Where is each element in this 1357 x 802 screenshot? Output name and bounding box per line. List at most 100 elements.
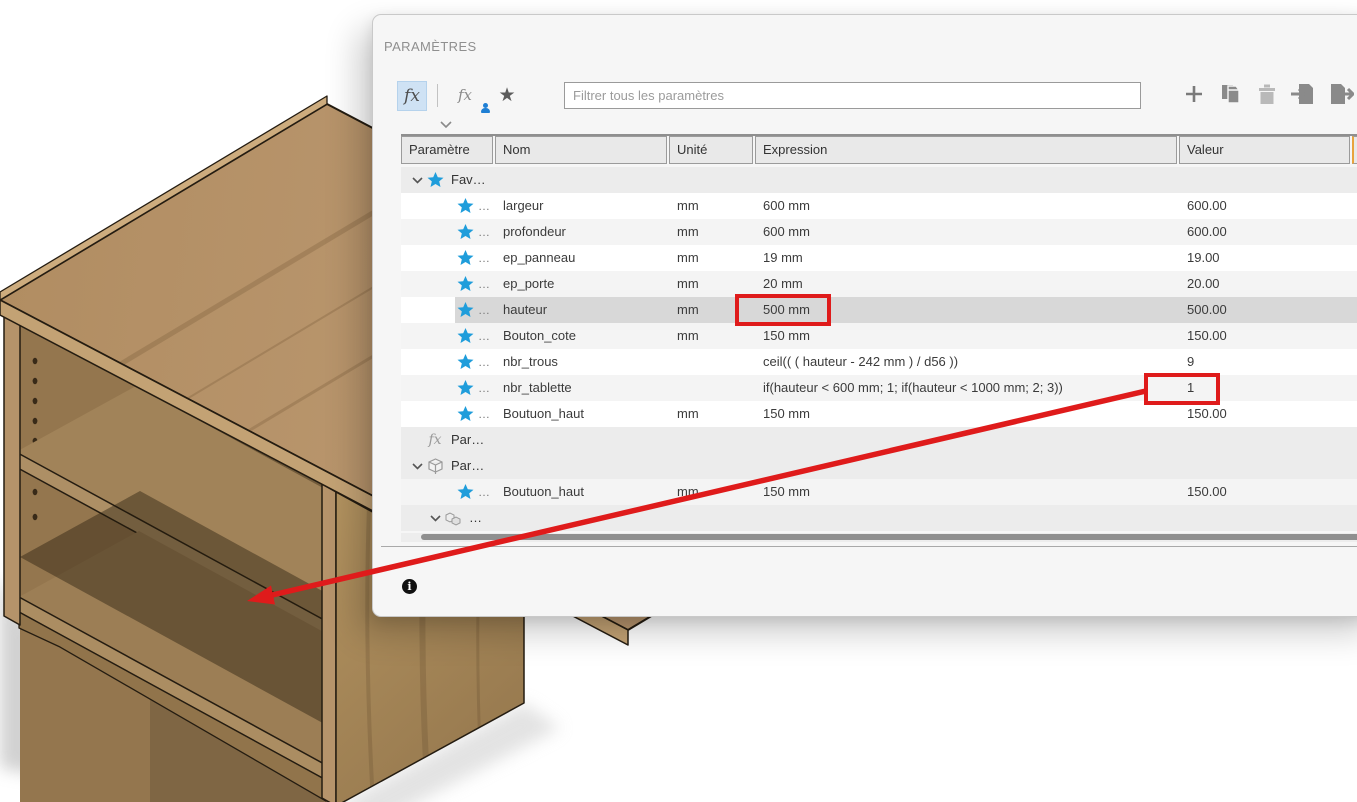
row-options-ellipsis[interactable]: … — [478, 375, 491, 401]
table-header-row: ParamètreNomUnitéExpressionValeur — [401, 136, 1357, 164]
group-row-par[interactable]: Par… — [401, 453, 1357, 479]
favorites-filter-button[interactable]: ★ — [493, 81, 521, 109]
filter-parameters-input[interactable] — [564, 82, 1141, 109]
column-header-paramètre[interactable]: Paramètre — [401, 136, 493, 164]
param-value: 9 — [1179, 349, 1357, 375]
export-parameters-button[interactable] — [1328, 82, 1354, 106]
import-parameters-button[interactable] — [1290, 82, 1316, 106]
row-options-ellipsis[interactable]: … — [478, 271, 491, 297]
param-expression[interactable]: 150 mm — [755, 401, 1179, 427]
user-defined-parameter-button[interactable]: fx — [449, 81, 481, 109]
copy-icon — [1222, 85, 1239, 103]
add-parameter-button[interactable] — [1183, 83, 1205, 105]
column-header-valeur[interactable]: Valeur — [1179, 136, 1350, 164]
horizontal-scrollbar-thumb[interactable] — [421, 534, 1357, 540]
favorite-star-icon — [427, 172, 444, 188]
favorite-star-icon — [457, 250, 474, 266]
component-icon — [444, 510, 462, 526]
group-row-fav[interactable]: Fav… — [401, 167, 1357, 193]
param-row-ep_porte[interactable]: …ep_portemm20 mm20.00 — [401, 271, 1357, 297]
param-expression[interactable]: 600 mm — [755, 193, 1179, 219]
chevron-down-icon — [430, 515, 441, 522]
param-row-hauteur[interactable]: …hauteurmm500 mm500.00 — [401, 297, 1357, 323]
param-name: hauteur — [495, 297, 669, 323]
group-label: Par… — [451, 427, 484, 453]
group-collapse-chevron[interactable] — [409, 177, 425, 184]
fx-icon: fx — [404, 86, 420, 106]
row-options-ellipsis[interactable]: … — [478, 349, 491, 375]
user-parameters-button[interactable]: fx — [397, 81, 427, 111]
column-header-unité[interactable]: Unité — [669, 136, 753, 164]
param-value: 1 — [1179, 375, 1357, 401]
right-panel-front-edge — [322, 484, 336, 802]
param-value: 600.00 — [1179, 193, 1357, 219]
parameters-table: Fav……largeurmm600 mm600.00…profondeurmm6… — [401, 167, 1357, 531]
param-value: 19.00 — [1179, 245, 1357, 271]
param-expression[interactable]: 150 mm — [755, 479, 1179, 505]
cube-group-icon — [425, 458, 445, 475]
param-expression[interactable]: 19 mm — [755, 245, 1179, 271]
row-options-ellipsis[interactable]: … — [478, 401, 491, 427]
group-collapse-chevron[interactable] — [409, 463, 425, 470]
param-name: ep_porte — [495, 271, 669, 297]
row-options-ellipsis[interactable]: … — [478, 323, 491, 349]
group-row-[interactable]: … — [401, 505, 1357, 531]
group-collapse-chevron[interactable] — [427, 515, 443, 522]
param-row-nbr_trous[interactable]: …nbr_trous ceil(( ( hauteur - 242 mm ) / … — [401, 349, 1357, 375]
param-unit: mm — [669, 401, 755, 427]
param-unit: mm — [669, 479, 755, 505]
param-name: nbr_tablette — [495, 375, 669, 401]
star-icon: ★ — [498, 84, 515, 107]
param-row-Bouton_cote[interactable]: …Bouton_cotemm150 mm150.00 — [401, 323, 1357, 349]
favorite-star-icon — [457, 224, 474, 240]
param-name: Bouton_cote — [495, 323, 669, 349]
column-header-expression[interactable]: Expression — [755, 136, 1177, 164]
chevron-down-icon — [412, 463, 423, 470]
info-icon[interactable]: i — [402, 579, 417, 594]
fx-user-icon: fx — [458, 86, 472, 104]
param-expression[interactable]: ceil(( ( hauteur - 242 mm ) / d56 )) — [755, 349, 1179, 375]
column-header-nom[interactable]: Nom — [495, 136, 667, 164]
param-value: 500.00 — [1179, 297, 1357, 323]
group-label: Par… — [451, 453, 484, 479]
table-bottom-border — [381, 546, 1357, 547]
dialog-title: PARAMÈTRES — [384, 39, 477, 54]
left-panel-front-edge — [4, 312, 20, 625]
param-unit — [669, 375, 755, 401]
param-unit: mm — [669, 219, 755, 245]
param-name: nbr_trous — [495, 349, 669, 375]
favorite-star-icon — [457, 276, 474, 292]
param-row-Boutuon_haut[interactable]: …Boutuon_hautmm150 mm150.00 — [401, 401, 1357, 427]
group-row-par[interactable]: fxPar… — [401, 427, 1357, 453]
column-options-chevron-icon[interactable] — [439, 121, 453, 129]
param-row-nbr_tablette[interactable]: …nbr_tablette if(hauteur < 600 mm; 1; if(… — [401, 375, 1357, 401]
row-options-ellipsis[interactable]: … — [478, 297, 491, 323]
param-value: 150.00 — [1179, 323, 1357, 349]
param-expression[interactable]: 500 mm — [755, 297, 1179, 323]
row-options-ellipsis[interactable]: … — [478, 245, 491, 271]
param-expression[interactable]: 600 mm — [755, 219, 1179, 245]
row-options-ellipsis[interactable]: … — [478, 219, 491, 245]
row-options-ellipsis[interactable]: … — [478, 193, 491, 219]
param-unit — [669, 349, 755, 375]
param-value: 20.00 — [1179, 271, 1357, 297]
param-name: ep_panneau — [495, 245, 669, 271]
param-row-ep_panneau[interactable]: …ep_panneaumm19 mm19.00 — [401, 245, 1357, 271]
param-unit: mm — [669, 323, 755, 349]
hidden-column-header[interactable] — [1352, 136, 1357, 164]
param-row-profondeur[interactable]: …profondeurmm600 mm600.00 — [401, 219, 1357, 245]
param-expression[interactable]: 20 mm — [755, 271, 1179, 297]
param-row-largeur[interactable]: …largeurmm600 mm600.00 — [401, 193, 1357, 219]
param-expression[interactable]: 150 mm — [755, 323, 1179, 349]
plus-icon — [1186, 86, 1202, 102]
delete-parameter-button[interactable] — [1256, 82, 1278, 106]
chevron-down-icon — [412, 177, 423, 184]
group-label: Fav… — [451, 167, 486, 193]
param-row-Boutuon_haut[interactable]: …Boutuon_hautmm150 mm150.00 — [401, 479, 1357, 505]
person-icon — [480, 103, 490, 113]
copy-parameter-button[interactable] — [1219, 82, 1243, 106]
row-options-ellipsis[interactable]: … — [478, 479, 491, 505]
param-unit: mm — [669, 297, 755, 323]
trash-icon — [1259, 85, 1275, 105]
param-expression[interactable]: if(hauteur < 600 mm; 1; if(hauteur < 100… — [755, 375, 1179, 401]
